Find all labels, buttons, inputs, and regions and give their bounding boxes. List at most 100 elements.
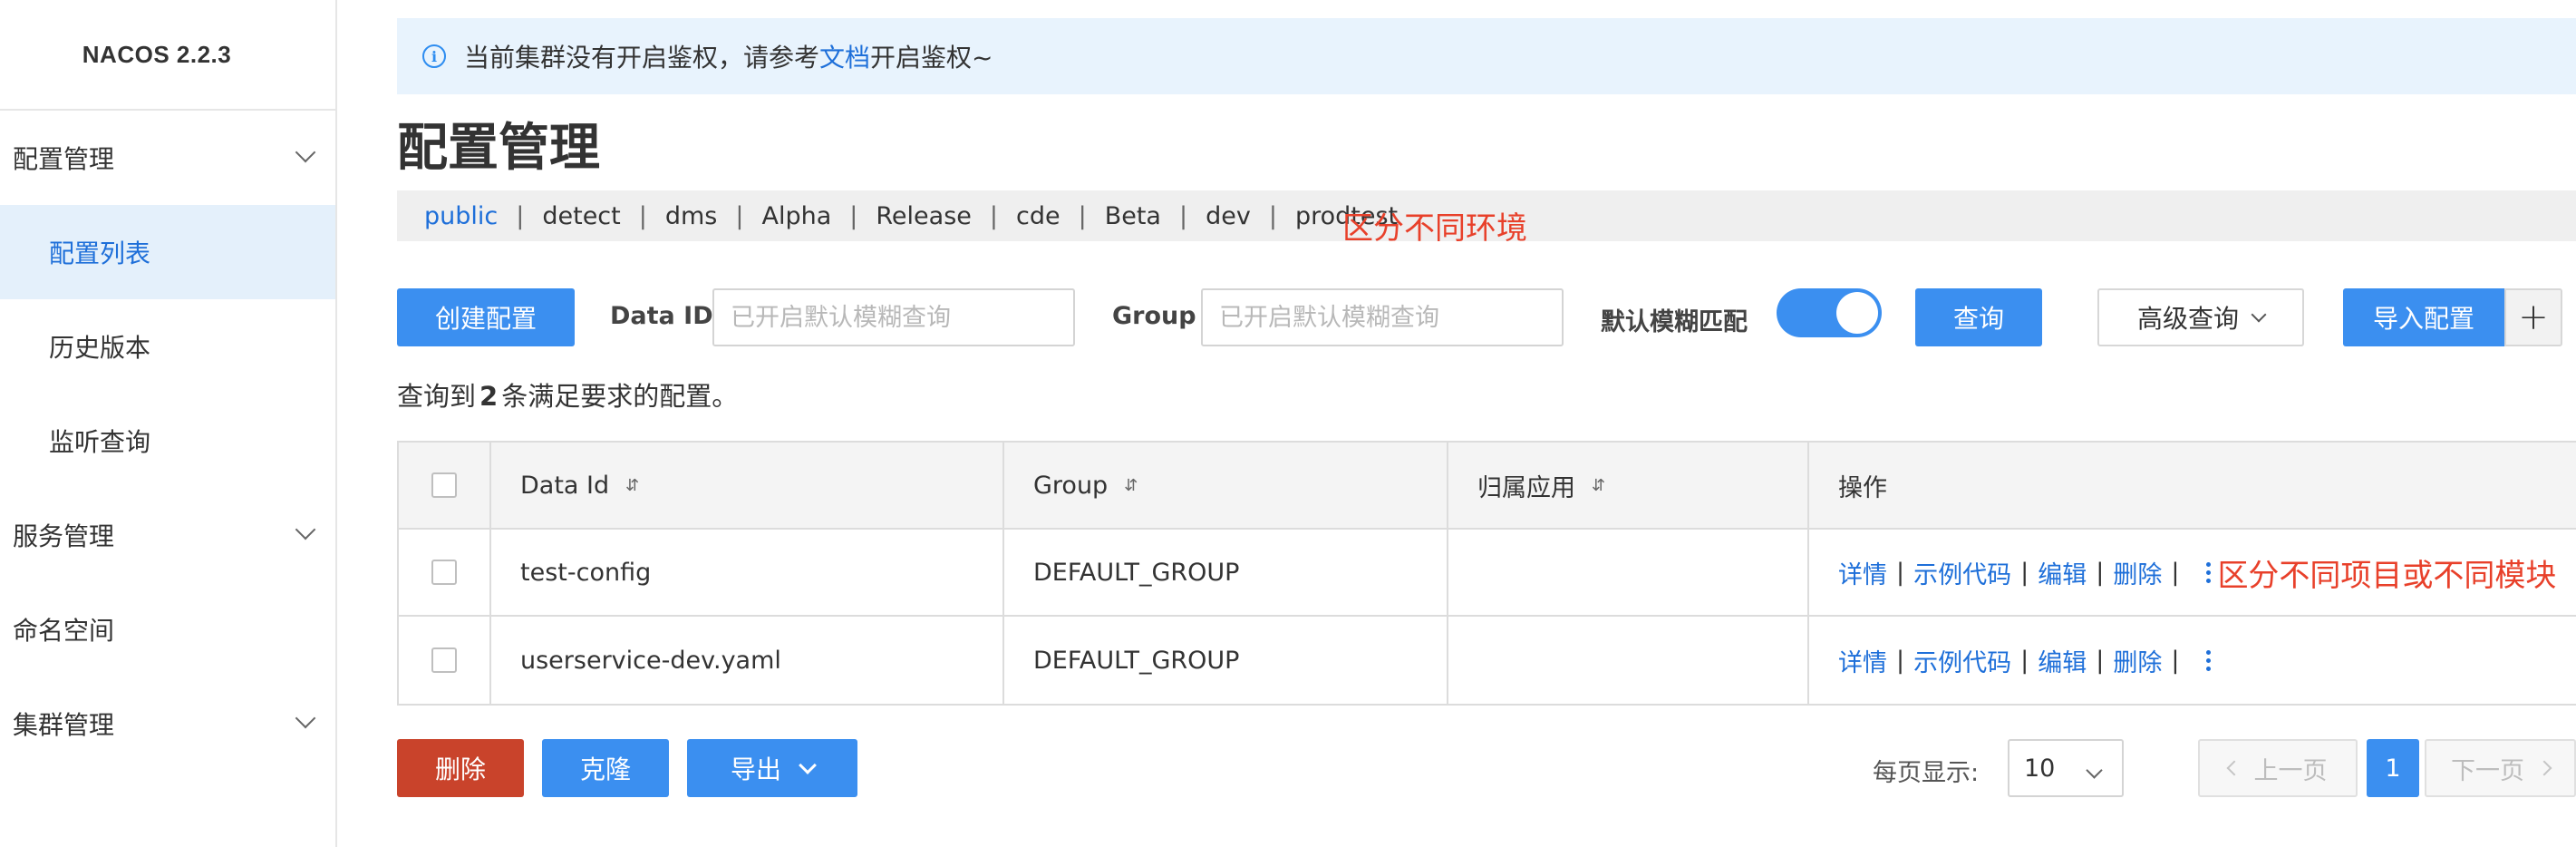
- chevron-down-icon: [295, 521, 315, 540]
- op-separator: |: [2096, 558, 2105, 587]
- notice-prefix: 当前集群没有开启鉴权，请参考: [464, 43, 820, 73]
- header-group: Group ⇵: [1004, 443, 1448, 528]
- main-content: i 当前集群没有开启鉴权，请参考 文档 开启鉴权~ 配置管理 public | de…: [337, 0, 2576, 847]
- sort-icon[interactable]: ⇵: [625, 476, 639, 495]
- more-vertical-icon[interactable]: [2204, 560, 2212, 585]
- header-label: 归属应用: [1477, 473, 1575, 502]
- op-separator: |: [2020, 646, 2029, 675]
- namespace-tab[interactable]: Beta: [1105, 202, 1161, 230]
- chevron-down-icon: [2086, 762, 2103, 779]
- namespace-tab[interactable]: cde: [1016, 202, 1060, 230]
- sidebar-item-config-management[interactable]: 配置管理: [0, 111, 335, 205]
- config-table: Data Id ⇵ Group ⇵ 归属应用 ⇵ 操作 test-config …: [397, 441, 2576, 706]
- sidebar-item-config-list[interactable]: 配置列表: [0, 205, 335, 299]
- detail-link[interactable]: 详情: [1838, 555, 1887, 590]
- summary-count: 2: [479, 381, 499, 412]
- notice-suffix: 开启鉴权~: [870, 43, 993, 73]
- namespace-tab[interactable]: dev: [1206, 202, 1251, 230]
- sort-icon[interactable]: ⇵: [1124, 476, 1138, 495]
- data-id-cell: test-config: [491, 530, 1004, 615]
- namespace-separator: |: [638, 201, 647, 230]
- dataid-label: Data ID: [610, 302, 713, 330]
- sidebar-item-listener-query[interactable]: 监听查询: [0, 394, 335, 488]
- namespace-tab[interactable]: Release: [876, 202, 972, 230]
- namespace-tab[interactable]: dms: [665, 202, 718, 230]
- ops-cell: 详情 | 示例代码 | 编辑 | 删除 |: [1809, 617, 2576, 704]
- namespace-separator: |: [516, 201, 525, 230]
- row-check-cell: [399, 530, 491, 615]
- detail-link[interactable]: 详情: [1838, 643, 1887, 678]
- sidebar-item-label: 监听查询: [49, 427, 151, 457]
- info-icon: i: [422, 44, 446, 68]
- chevron-down-icon: [2251, 307, 2267, 323]
- sample-code-link[interactable]: 示例代码: [1913, 643, 2011, 678]
- export-label: 导出: [730, 755, 781, 784]
- sidebar-item-label: 命名空间: [13, 616, 115, 646]
- page-size-label: 每页显示:: [1873, 759, 1980, 787]
- namespace-tab[interactable]: public: [424, 202, 498, 230]
- dataid-search-input[interactable]: [712, 288, 1075, 346]
- table-header: Data Id ⇵ Group ⇵ 归属应用 ⇵ 操作: [399, 443, 2576, 530]
- create-config-button[interactable]: 创建配置: [397, 288, 575, 346]
- namespace-annotation: 区分不同环境: [1342, 210, 1527, 247]
- page-title: 配置管理: [397, 119, 600, 178]
- prev-page-button[interactable]: 上一页: [2198, 739, 2358, 797]
- sidebar-item-namespace[interactable]: 命名空间: [0, 582, 335, 677]
- sample-code-link[interactable]: 示例代码: [1913, 555, 2011, 590]
- header-data-id: Data Id ⇵: [491, 443, 1004, 528]
- sidebar-item-label: 集群管理: [13, 710, 115, 740]
- delete-link[interactable]: 删除: [2113, 643, 2162, 678]
- advanced-query-label: 高级查询: [2136, 304, 2239, 334]
- edit-link[interactable]: 编辑: [2038, 555, 2087, 590]
- namespace-separator: |: [1178, 201, 1188, 230]
- sidebar-item-cluster-management[interactable]: 集群管理: [0, 677, 335, 771]
- sidebar-item-label: 配置列表: [49, 239, 151, 268]
- add-icon[interactable]: +: [2504, 288, 2562, 346]
- sidebar: NACOS 2.2.3 配置管理 配置列表 历史版本 监听查询 服务管理 命名空…: [0, 0, 337, 847]
- delete-link[interactable]: 删除: [2113, 555, 2162, 590]
- query-button[interactable]: 查询: [1915, 288, 2042, 346]
- result-summary: 查询到 2 条满足要求的配置。: [397, 375, 738, 414]
- row-check-cell: [399, 617, 491, 704]
- group-search-input[interactable]: [1201, 288, 1564, 346]
- batch-delete-button[interactable]: 删除: [397, 739, 524, 797]
- group-cell: DEFAULT_GROUP: [1004, 530, 1448, 615]
- sidebar-item-label: 配置管理: [13, 144, 115, 174]
- op-separator: |: [2171, 558, 2180, 587]
- page-size-select[interactable]: 10: [2008, 739, 2124, 797]
- app-cell: [1448, 617, 1809, 704]
- group-cell: DEFAULT_GROUP: [1004, 617, 1448, 704]
- namespace-separator: |: [1078, 201, 1087, 230]
- app-cell: [1448, 530, 1809, 615]
- import-config-button[interactable]: 导入配置: [2343, 288, 2504, 346]
- clone-button[interactable]: 克隆: [542, 739, 669, 797]
- chevron-left-icon: [2226, 760, 2242, 776]
- sidebar-item-service-management[interactable]: 服务管理: [0, 488, 335, 582]
- chevron-down-icon: [295, 143, 315, 163]
- fuzzy-match-label: 默认模糊匹配: [1601, 308, 1748, 336]
- summary-prefix: 查询到: [397, 381, 477, 412]
- select-all-checkbox[interactable]: [431, 472, 457, 498]
- fuzzy-match-toggle[interactable]: [1777, 288, 1882, 337]
- table-row: userservice-dev.yaml DEFAULT_GROUP 详情 | …: [399, 617, 2576, 704]
- ops-cell: 详情 | 示例代码 | 编辑 | 删除 | 区分不同项目或不同模块: [1809, 530, 2576, 615]
- namespace-tab[interactable]: detect: [542, 202, 620, 230]
- current-page-button[interactable]: 1: [2367, 739, 2419, 797]
- header-label: Group: [1033, 471, 1109, 500]
- edit-link[interactable]: 编辑: [2038, 643, 2087, 678]
- ops-annotation: 区分不同项目或不同模块: [2217, 557, 2557, 594]
- sidebar-item-history[interactable]: 历史版本: [0, 299, 335, 394]
- more-vertical-icon[interactable]: [2204, 648, 2212, 673]
- export-button[interactable]: 导出: [687, 739, 857, 797]
- advanced-query-button[interactable]: 高级查询: [2097, 288, 2304, 346]
- namespace-separator: |: [735, 201, 744, 230]
- header-label: Data Id: [520, 471, 610, 500]
- next-page-button[interactable]: 下一页: [2425, 739, 2576, 797]
- namespace-separator: |: [849, 201, 858, 230]
- row-checkbox[interactable]: [431, 560, 457, 585]
- op-separator: |: [2096, 646, 2105, 675]
- row-checkbox[interactable]: [431, 647, 457, 673]
- namespace-tab[interactable]: Alpha: [761, 202, 831, 230]
- sort-icon[interactable]: ⇵: [1592, 476, 1605, 495]
- notice-doc-link[interactable]: 文档: [819, 38, 870, 74]
